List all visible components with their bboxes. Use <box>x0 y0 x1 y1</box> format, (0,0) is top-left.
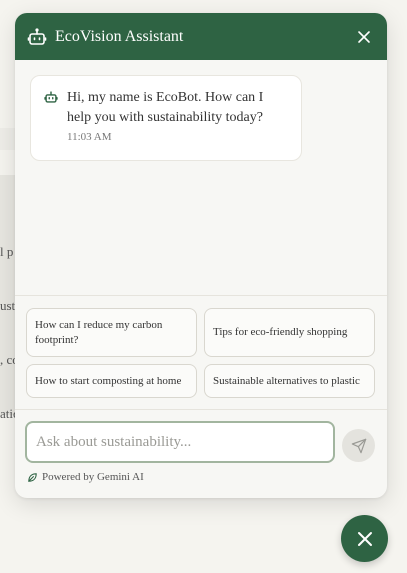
close-icon <box>357 531 372 546</box>
leaf-icon <box>27 472 38 483</box>
robot-icon <box>44 90 58 104</box>
close-button[interactable] <box>353 26 375 48</box>
bot-message: Hi, my name is EcoBot. How can I help yo… <box>30 75 302 161</box>
divider <box>15 295 387 296</box>
background-text: l p <box>0 244 14 259</box>
chat-title: EcoVision Assistant <box>55 27 184 45</box>
divider <box>15 409 387 410</box>
powered-by-text: Powered by Gemini AI <box>42 471 144 483</box>
suggestion-chip[interactable]: Sustainable alternatives to plastic <box>204 364 375 398</box>
message-timestamp: 11:03 AM <box>67 131 112 143</box>
send-button[interactable] <box>342 429 375 462</box>
message-input-container <box>25 421 335 463</box>
chat-window: EcoVision Assistant Hi, my name is EcoBo… <box>15 13 387 498</box>
suggestion-chip[interactable]: How to start composting at home <box>26 364 197 398</box>
message-input[interactable] <box>36 433 324 451</box>
close-icon <box>358 30 370 43</box>
chat-header: EcoVision Assistant <box>15 13 387 60</box>
suggestion-chip[interactable]: Tips for eco-friendly shopping <box>204 308 375 357</box>
suggestion-chip[interactable]: How can I reduce my carbon footprint? <box>26 308 197 357</box>
chat-toggle-button[interactable] <box>341 515 388 562</box>
message-list: Hi, my name is EcoBot. How can I help yo… <box>15 60 387 296</box>
powered-by: Powered by Gemini AI <box>27 471 144 483</box>
message-text: Hi, my name is EcoBot. How can I help yo… <box>67 90 264 125</box>
robot-icon <box>27 27 47 47</box>
send-icon <box>351 438 366 453</box>
